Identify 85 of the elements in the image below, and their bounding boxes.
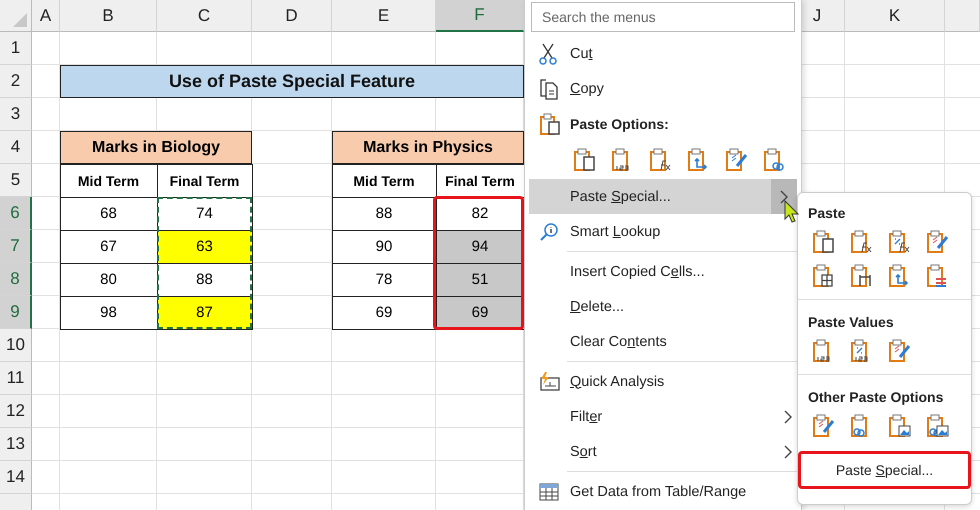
row-header[interactable]: 3 — [0, 98, 32, 131]
menu-item[interactable]: Sort — [525, 434, 801, 469]
chevron-right-icon — [780, 190, 788, 204]
menu-item-label: Cut — [570, 46, 594, 62]
row-header[interactable]: 10 — [0, 329, 32, 362]
clipboard-image-icon[interactable] — [926, 413, 950, 439]
menu-item[interactable]: Clear Contents — [525, 324, 801, 359]
chevron-right-icon — [784, 410, 792, 424]
clipboard-brush-icon[interactable] — [926, 229, 950, 255]
menu-item[interactable]: Filter — [525, 399, 801, 434]
clipboard-brush-icon[interactable] — [725, 147, 749, 173]
column-header[interactable]: K — [845, 0, 945, 32]
row-header[interactable]: 9 — [0, 296, 32, 329]
menu-item-label: Copy — [570, 80, 605, 96]
clipboard-icon[interactable] — [573, 147, 597, 173]
column-header[interactable]: E — [332, 0, 436, 32]
row-header[interactable]: 12 — [0, 395, 32, 428]
paste-special-button[interactable]: Paste Special... — [798, 451, 971, 489]
menu-item[interactable]: Delete... — [525, 289, 801, 324]
menu-item-label: Delete... — [570, 298, 626, 314]
row-header[interactable]: 11 — [0, 362, 32, 395]
column-header[interactable]: B — [60, 0, 157, 32]
sheet-title: Use of Paste Special Feature — [60, 65, 524, 98]
copy-icon — [539, 78, 559, 100]
chevron-right-icon — [784, 444, 792, 458]
scissors-icon — [539, 42, 557, 64]
row-header[interactable]: 2 — [0, 65, 32, 98]
clipboard-columns-icon[interactable] — [850, 263, 874, 289]
table-cell: 80 — [60, 262, 158, 296]
clipboard-icon — [539, 112, 561, 136]
column-heading: Mid Term — [60, 164, 158, 198]
menu-item-label: Filter — [570, 408, 604, 424]
row-header[interactable]: 14 — [0, 461, 32, 494]
menu-item-label: Smart Lookup — [570, 224, 662, 240]
row-header[interactable]: 8 — [0, 263, 32, 296]
clipboard-brush-icon[interactable] — [812, 413, 836, 439]
clipboard-formula-icon[interactable] — [888, 229, 912, 255]
table-icon — [539, 482, 559, 500]
menu-item-label: Quick Analysis — [570, 374, 666, 390]
section-heading: Paste Values — [807, 313, 895, 332]
menu-item-label: Insert Copied Cells... — [570, 264, 706, 280]
row-header[interactable]: 6 — [0, 197, 32, 230]
column-header[interactable]: C — [157, 0, 252, 32]
table-cell: 98 — [60, 296, 158, 330]
table-title: Marks in Biology — [60, 131, 252, 164]
search-field[interactable]: Search the menus — [531, 2, 795, 32]
column-header[interactable]: A — [32, 0, 60, 32]
quick-analysis-icon — [539, 372, 561, 392]
column-header[interactable]: F — [436, 0, 524, 32]
menu-item[interactable]: Paste Special... — [529, 179, 797, 214]
cursor-icon — [784, 200, 800, 224]
column-header[interactable]: D — [252, 0, 332, 32]
clipboard-formula-icon[interactable] — [649, 147, 673, 173]
menu-item[interactable]: Smart Lookup — [525, 214, 801, 249]
menu-item[interactable]: Copy — [525, 71, 801, 106]
row-header[interactable]: 1 — [0, 32, 32, 65]
row-header[interactable]: 13 — [0, 428, 32, 461]
menu-item[interactable]: Insert Copied Cells... — [525, 254, 801, 289]
clipboard-image-icon[interactable] — [888, 413, 912, 439]
table-cell: 69 — [332, 296, 436, 330]
row-header[interactable]: 5 — [0, 164, 32, 197]
table-title: Marks in Physics — [332, 131, 524, 164]
column-heading: Final Term — [156, 164, 252, 198]
clipboard-formula-icon[interactable] — [850, 229, 874, 255]
menu-item-label: Paste Special... — [570, 188, 672, 204]
row-header[interactable]: 4 — [0, 131, 32, 164]
table-cell: 67 — [60, 230, 158, 264]
column-heading: Mid Term — [332, 164, 436, 198]
menu-item-label: Get Data from Table/Range — [570, 484, 748, 500]
search-icon — [539, 222, 559, 242]
section-heading: Paste Options: — [570, 116, 669, 132]
menu-item[interactable]: Get Data from Table/Range — [525, 474, 801, 509]
table-cell: 87 — [156, 296, 252, 330]
table-cell: 63 — [156, 230, 252, 264]
section-heading: Other Paste Options — [807, 388, 944, 407]
menu-item-label: Clear Contents — [570, 334, 668, 350]
table-cell: 68 — [60, 196, 158, 230]
column-heading: Final Term — [436, 164, 524, 198]
clipboard-brush-icon[interactable] — [888, 338, 912, 364]
row-header[interactable]: 7 — [0, 230, 32, 263]
menu-item[interactable]: Quick Analysis — [525, 364, 801, 399]
section-heading: Paste — [807, 204, 846, 223]
menu-item[interactable]: Cut — [525, 36, 801, 71]
menu-item-label: Sort — [570, 444, 598, 460]
clipboard-icon[interactable] — [812, 229, 836, 255]
